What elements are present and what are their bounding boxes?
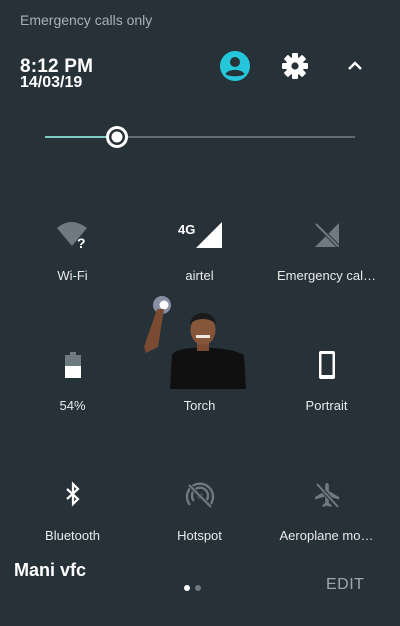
signal-4g-icon: 4G: [178, 222, 222, 248]
person-photo-overlay: [144, 296, 246, 389]
gear-icon: [282, 53, 308, 79]
user-avatar-icon: [220, 51, 250, 81]
svg-text:?: ?: [77, 235, 86, 250]
brightness-thumb-icon[interactable]: [99, 119, 135, 155]
tile-rotation[interactable]: Portrait: [260, 346, 393, 413]
collapse-button[interactable]: [338, 49, 372, 83]
tile-label: airtel: [185, 268, 214, 283]
portrait-phone-icon: [318, 351, 335, 379]
tile-label: Portrait: [305, 398, 348, 413]
tile-label: Wi-Fi: [57, 268, 88, 283]
carrier-status-text: Emergency calls only: [20, 12, 153, 28]
tile-label: Emergency cal…: [277, 268, 376, 283]
battery-icon: [64, 352, 81, 378]
clock-date[interactable]: 14/03/19: [20, 74, 82, 92]
tile-label: 54%: [59, 398, 86, 413]
tile-mobile-data[interactable]: 4G airtel: [133, 216, 266, 283]
bluetooth-icon: [65, 481, 80, 507]
wifi-unknown-icon: ?: [56, 222, 87, 250]
edit-button[interactable]: EDIT: [326, 576, 364, 594]
tile-emergency-calls[interactable]: Emergency cal…: [260, 216, 393, 283]
tile-hotspot[interactable]: Hotspot: [133, 476, 266, 543]
tile-label: Bluetooth: [45, 528, 100, 543]
no-signal-icon: [314, 222, 339, 248]
page-dot-active: [184, 585, 190, 591]
chevron-up-icon: [348, 61, 362, 70]
brightness-slider[interactable]: [45, 126, 355, 148]
tile-wifi[interactable]: ? Wi-Fi: [6, 216, 139, 283]
settings-button[interactable]: [278, 49, 312, 83]
airplane-off-icon: [314, 482, 339, 509]
tile-bluetooth[interactable]: Bluetooth: [6, 476, 139, 543]
tile-battery[interactable]: 54%: [6, 346, 139, 413]
page-dot: [195, 585, 201, 591]
tile-aeroplane-mode[interactable]: Aeroplane mo…: [260, 476, 393, 543]
page-indicator: [184, 585, 201, 591]
hotspot-off-icon: [185, 482, 214, 509]
user-avatar-button[interactable]: [218, 49, 252, 83]
watermark-text: Mani vfc: [14, 560, 87, 580]
tile-label: Torch: [183, 398, 216, 413]
tile-label: Hotspot: [177, 528, 222, 543]
tile-label: Aeroplane mo…: [279, 528, 374, 543]
svg-text:4G: 4G: [178, 222, 195, 237]
